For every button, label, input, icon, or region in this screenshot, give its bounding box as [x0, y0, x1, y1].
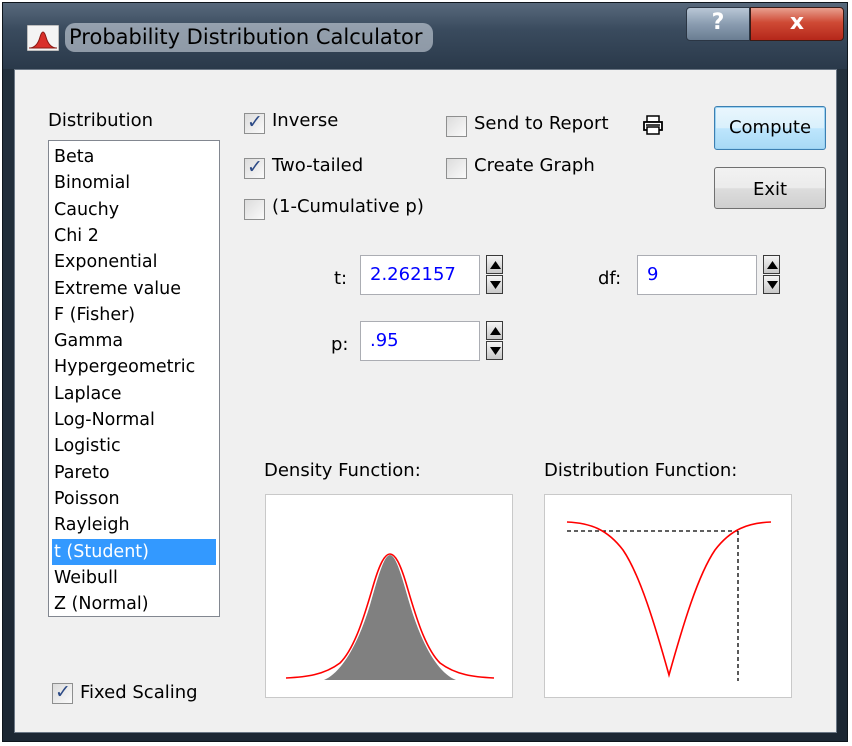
window-title: Probability Distribution Calculator — [65, 23, 433, 52]
arrow-down-icon — [490, 281, 501, 289]
distribution-list-item[interactable]: Rayleigh — [52, 512, 216, 538]
distribution-list-item[interactable]: Binomial — [52, 170, 216, 196]
distribution-list-item[interactable]: Logistic — [52, 433, 216, 459]
t-input[interactable]: 2.262157 — [360, 255, 480, 295]
distribution-list-item[interactable]: Weibull — [52, 565, 216, 591]
one-minus-cumulative-checkbox[interactable] — [244, 199, 265, 220]
compute-button[interactable]: Compute — [714, 106, 826, 150]
density-function-title: Density Function: — [264, 460, 421, 481]
distribution-function-graph — [544, 494, 792, 698]
distribution-list-item[interactable]: Pareto — [52, 460, 216, 486]
t-spin-down-button[interactable] — [486, 275, 503, 294]
distribution-list-item[interactable]: Laplace — [52, 381, 216, 407]
fixed-scaling-checkbox[interactable]: ✓ — [52, 681, 73, 704]
arrow-up-icon — [490, 261, 501, 269]
arrow-down-icon — [767, 281, 778, 289]
distribution-list-item[interactable]: Log-Normal — [52, 407, 216, 433]
arrow-down-icon — [490, 347, 501, 355]
distribution-list-item[interactable]: Cauchy — [52, 197, 216, 223]
arrow-up-icon — [767, 261, 778, 269]
check-mark-icon: ✓ — [247, 111, 263, 133]
dialog-body: Distribution Beta Binomial Cauchy Chi 2 Expo… — [14, 69, 837, 733]
density-function-graph — [265, 494, 513, 698]
create-graph-label: Create Graph — [474, 155, 595, 176]
distribution-label: Distribution — [48, 110, 154, 131]
inverse-label: Inverse — [272, 110, 339, 131]
title-bar[interactable]: Probability Distribution Calculator ? x — [3, 3, 847, 69]
distribution-list-item[interactable]: Extreme value — [52, 276, 216, 302]
t-label: t: — [334, 268, 348, 289]
p-spin-down-button[interactable] — [486, 341, 503, 360]
p-input[interactable]: .95 — [360, 321, 480, 361]
exit-button[interactable]: Exit — [714, 167, 826, 209]
distribution-listbox[interactable]: Beta Binomial Cauchy Chi 2 Exponential Extrem… — [48, 140, 220, 617]
two-tailed-label: Two-tailed — [272, 155, 364, 176]
p-spinner[interactable] — [486, 321, 503, 361]
df-input[interactable]: 9 — [637, 255, 757, 295]
inverse-checkbox[interactable]: ✓ — [244, 111, 265, 134]
fixed-scaling-label: Fixed Scaling — [80, 682, 198, 703]
distribution-curve — [566, 521, 772, 678]
distribution-list-item[interactable]: t (Student) — [52, 538, 216, 565]
check-mark-icon: ✓ — [247, 156, 263, 178]
check-mark-icon: ✓ — [55, 681, 71, 703]
distribution-list-item[interactable]: Poisson — [52, 486, 216, 512]
t-spin-up-button[interactable] — [486, 255, 503, 274]
calculator-window: Probability Distribution Calculator ? x … — [2, 2, 848, 742]
distribution-curve-icon — [27, 25, 59, 51]
distribution-list-item[interactable]: Exponential — [52, 249, 216, 275]
density-shaded-area — [324, 555, 456, 680]
distribution-list-item[interactable]: F (Fisher) — [52, 302, 216, 328]
distribution-list-item[interactable]: Gamma — [52, 328, 216, 354]
send-to-report-checkbox[interactable] — [446, 116, 467, 137]
printer-icon[interactable] — [642, 114, 664, 136]
help-button[interactable]: ? — [686, 7, 750, 41]
close-button[interactable]: x — [750, 7, 844, 41]
df-spin-up-button[interactable] — [763, 255, 780, 274]
p-label: p: — [331, 334, 349, 355]
distribution-list-item[interactable]: Beta — [52, 144, 216, 170]
distribution-list-item[interactable]: Z (Normal) — [52, 591, 216, 616]
send-to-report-label: Send to Report — [474, 113, 609, 134]
df-spin-down-button[interactable] — [763, 275, 780, 294]
t-spinner[interactable] — [486, 255, 503, 295]
arrow-up-icon — [490, 327, 501, 335]
two-tailed-checkbox[interactable]: ✓ — [244, 156, 265, 179]
one-minus-cumulative-label: (1-Cumulative p) — [272, 196, 424, 217]
p-spin-up-button[interactable] — [486, 321, 503, 340]
distribution-list-item[interactable]: Chi 2 — [52, 223, 216, 249]
df-label: df: — [598, 268, 622, 289]
distribution-function-title: Distribution Function: — [544, 460, 738, 481]
distribution-list-item[interactable]: Hypergeometric — [52, 354, 216, 380]
df-spinner[interactable] — [763, 255, 780, 295]
create-graph-checkbox[interactable] — [446, 158, 467, 179]
